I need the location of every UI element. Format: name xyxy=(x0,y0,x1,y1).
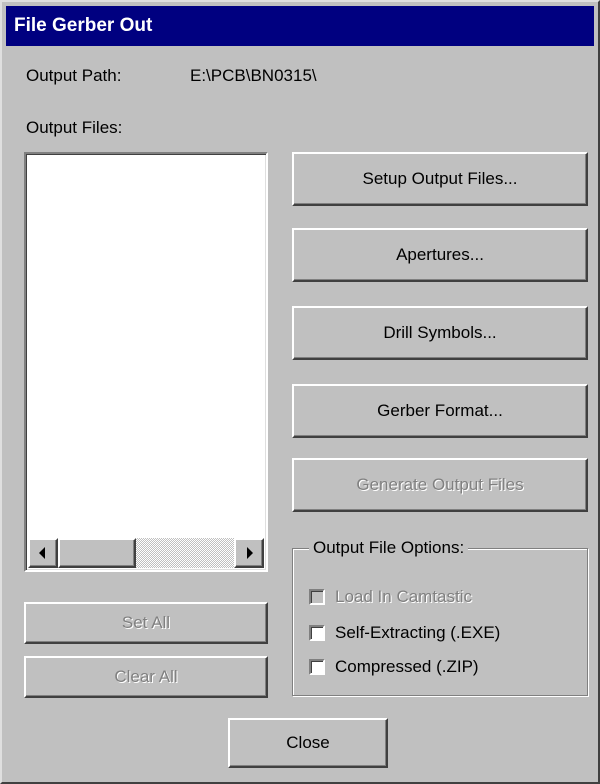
scroll-thumb[interactable] xyxy=(58,538,136,568)
load-in-camtastic-label: Load In Camtastic xyxy=(335,587,473,606)
compressed-checkbox[interactable]: Compressed (.ZIP) xyxy=(309,657,479,677)
output-path-value: E:\PCB\BN0315\ xyxy=(190,66,317,85)
apertures-button[interactable]: Apertures... xyxy=(292,228,588,282)
scroll-right-button[interactable] xyxy=(234,538,264,568)
output-files-label: Output Files: xyxy=(26,118,123,137)
output-files-listbox[interactable] xyxy=(24,152,268,572)
title-bar[interactable]: File Gerber Out xyxy=(6,6,594,46)
checkbox-box[interactable] xyxy=(309,625,325,641)
checkbox-box[interactable] xyxy=(309,589,325,605)
clear-all-button[interactable]: Clear All xyxy=(24,656,268,698)
self-extracting-checkbox[interactable]: Self-Extracting (.EXE) xyxy=(309,623,500,643)
load-in-camtastic-checkbox[interactable]: Load In Camtastic xyxy=(309,587,472,607)
self-extracting-label: Self-Extracting (.EXE) xyxy=(335,623,501,642)
setup-output-files-button[interactable]: Setup Output Files... xyxy=(292,152,588,206)
file-gerber-out-dialog: File Gerber Out Output Path: E:\PCB\BN03… xyxy=(0,0,600,784)
window-title: File Gerber Out xyxy=(14,15,153,36)
output-file-options-group: Output File Options: Load In Camtastic S… xyxy=(292,538,588,696)
checkbox-box[interactable] xyxy=(309,659,325,675)
drill-symbols-button[interactable]: Drill Symbols... xyxy=(292,306,588,360)
scroll-left-button[interactable] xyxy=(28,538,58,568)
generate-output-files-button[interactable]: Generate Output Files xyxy=(292,458,588,512)
output-file-options-legend: Output File Options: xyxy=(309,538,469,558)
arrow-right-icon xyxy=(247,547,253,559)
output-path-label: Output Path: xyxy=(26,66,122,85)
close-button[interactable]: Close xyxy=(228,718,388,768)
gerber-format-button[interactable]: Gerber Format... xyxy=(292,384,588,438)
compressed-label: Compressed (.ZIP) xyxy=(335,657,479,676)
horizontal-scrollbar[interactable] xyxy=(28,538,264,568)
set-all-button[interactable]: Set All xyxy=(24,602,268,644)
arrow-left-icon xyxy=(39,547,45,559)
